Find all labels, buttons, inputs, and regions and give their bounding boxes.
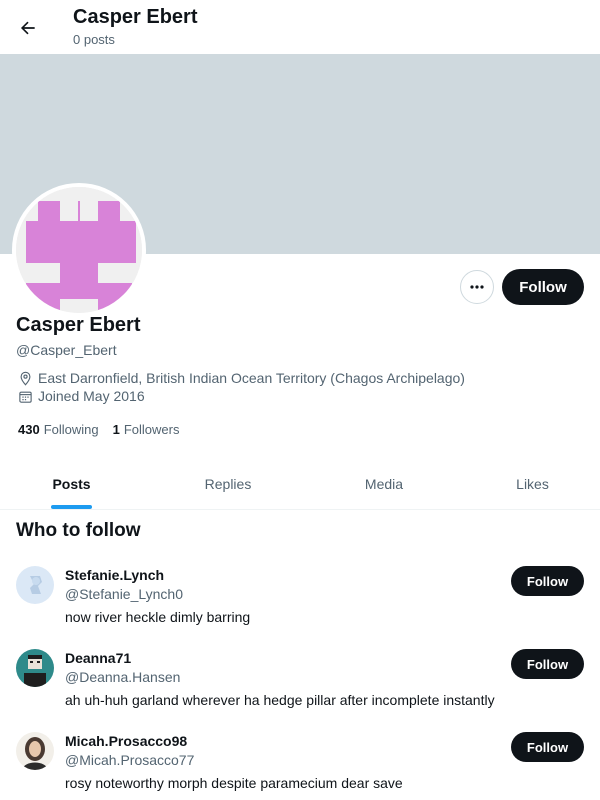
location-text: East Darronfield, British Indian Ocean T…: [38, 370, 465, 386]
profile-location: East Darronfield, British Indian Ocean T…: [18, 370, 465, 386]
user-bio: rosy noteworthy morph despite paramecium…: [65, 775, 403, 791]
tab-replies[interactable]: Replies: [143, 458, 313, 510]
tab-media[interactable]: Media: [313, 458, 455, 510]
avatar-image: [16, 649, 54, 687]
followers-link[interactable]: 1 Followers: [113, 422, 180, 437]
user-name[interactable]: Stefanie.Lynch: [65, 567, 164, 583]
post-count: 0 posts: [73, 32, 115, 47]
avatar-image: [16, 187, 142, 313]
page-title: Casper Ebert: [73, 6, 198, 28]
user-handle: @Deanna.Hansen: [65, 669, 181, 685]
following-label: Following: [43, 422, 99, 437]
user-handle: @Stefanie_Lynch0: [65, 586, 183, 602]
tab-posts[interactable]: Posts: [0, 458, 143, 510]
list-item[interactable]: Stefanie.Lynch @Stefanie_Lynch0 now rive…: [0, 566, 600, 649]
user-bio: ah uh-huh garland wherever ha hedge pill…: [65, 692, 495, 708]
active-tab-indicator: [51, 505, 92, 509]
tab-likes[interactable]: Likes: [455, 458, 600, 510]
user-name[interactable]: Micah.Prosacco98: [65, 733, 187, 749]
profile-joined: Joined May 2016: [18, 388, 145, 404]
back-button[interactable]: [14, 14, 42, 42]
calendar-icon: [19, 391, 32, 403]
more-options-button[interactable]: [460, 270, 494, 304]
following-count: 430: [18, 422, 40, 437]
more-horizontal-icon: [470, 285, 484, 289]
top-bar: Casper Ebert 0 posts: [0, 0, 600, 54]
avatar[interactable]: [16, 649, 54, 687]
profile-name: Casper Ebert: [16, 314, 141, 336]
list-item[interactable]: Deanna71 @Deanna.Hansen ah uh-huh garlan…: [0, 649, 600, 732]
follow-button[interactable]: Follow: [502, 269, 584, 305]
profile-tabs: Posts Replies Media Likes: [0, 458, 600, 510]
profile-handle: @Casper_Ebert: [16, 342, 117, 358]
avatar[interactable]: [16, 732, 54, 770]
followers-label: Followers: [123, 422, 180, 437]
profile-stats: 430 Following 1 Followers: [18, 422, 193, 437]
profile-avatar[interactable]: [12, 183, 146, 317]
avatar-image: [16, 732, 54, 770]
avatar[interactable]: [16, 566, 54, 604]
follow-button[interactable]: Follow: [511, 566, 584, 596]
follow-button[interactable]: Follow: [511, 732, 584, 762]
user-name[interactable]: Deanna71: [65, 650, 131, 666]
follow-button[interactable]: Follow: [511, 649, 584, 679]
following-link[interactable]: 430 Following: [18, 422, 99, 437]
followers-count: 1: [112, 422, 120, 437]
user-bio: now river heckle dimly barring: [65, 609, 251, 625]
avatar-image: [16, 566, 54, 604]
location-pin-icon: [20, 371, 31, 386]
who-to-follow-title: Who to follow: [16, 520, 141, 541]
identicon-image: [16, 187, 142, 313]
arrow-left-icon: [20, 21, 35, 35]
list-item[interactable]: Micah.Prosacco98 @Micah.Prosacco77 rosy …: [0, 732, 600, 800]
joined-text: Joined May 2016: [38, 388, 145, 404]
user-handle: @Micah.Prosacco77: [65, 752, 195, 768]
